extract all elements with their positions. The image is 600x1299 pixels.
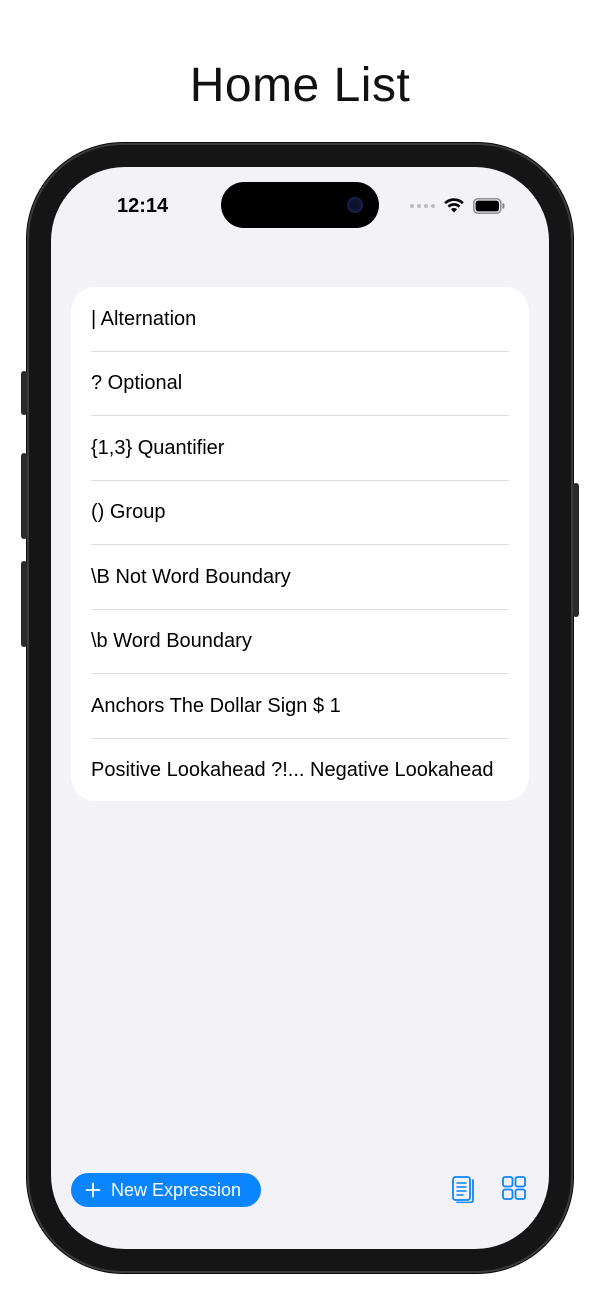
document-stack-icon[interactable] [449, 1173, 479, 1203]
power-button [573, 483, 579, 617]
list-item[interactable]: | Alternation [71, 287, 529, 352]
list-item[interactable]: Positive Lookahead ?!... Negative Lookah… [71, 739, 529, 802]
list-item[interactable]: \b Word Boundary [71, 610, 529, 674]
list-item-label: | Alternation [91, 307, 197, 330]
list-item-label: \b Word Boundary [91, 630, 252, 653]
list-item-label: Anchors The Dollar Sign $ 1 [91, 694, 341, 717]
list-item-label: () Group [91, 501, 166, 524]
list-item-label: Positive Lookahead ?!... Negative Lookah… [91, 759, 494, 782]
dynamic-island [221, 182, 379, 228]
volume-up-button [21, 453, 27, 539]
camera-icon [347, 197, 363, 213]
list-item-label: \B Not Word Boundary [91, 565, 291, 588]
action-button [21, 371, 27, 415]
list-item[interactable]: {1,3} Quantifier [71, 416, 529, 481]
new-expression-button[interactable]: New Expression [71, 1173, 261, 1207]
plus-icon [85, 1182, 101, 1198]
phone-frame: 12:14 | Alternation ? Optional {1,3} Qua… [21, 143, 579, 1273]
page: Home List 12:14 | Alternation ? Optional… [0, 0, 600, 1299]
cellular-signal-icon [410, 203, 435, 208]
list-item[interactable]: \B Not Word Boundary [71, 545, 529, 610]
list-item[interactable]: Anchors The Dollar Sign $ 1 [71, 674, 529, 739]
new-expression-label: New Expression [111, 1179, 242, 1200]
wifi-icon [444, 198, 464, 213]
status-time: 12:14 [117, 195, 169, 217]
screen: 12:14 | Alternation ? Optional {1,3} Qua… [51, 167, 549, 1249]
list-item-label: {1,3} Quantifier [91, 436, 225, 459]
page-title: Home List [189, 59, 411, 112]
expression-list: | Alternation ? Optional {1,3} Quantifie… [71, 287, 529, 801]
grid-icon[interactable] [499, 1173, 529, 1203]
battery-icon [473, 197, 505, 214]
list-item-label: ? Optional [91, 372, 183, 395]
list-item[interactable]: () Group [71, 481, 529, 545]
status-icons [410, 197, 505, 214]
volume-down-button [21, 561, 27, 647]
list-item[interactable]: ? Optional [71, 352, 529, 416]
